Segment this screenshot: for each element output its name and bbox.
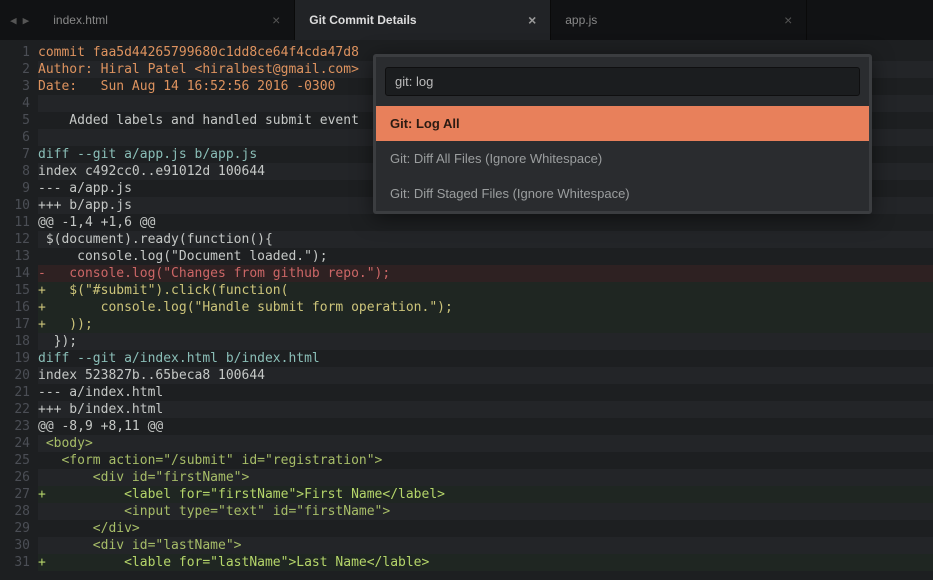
line-number: 16	[0, 299, 30, 316]
line-number: 13	[0, 248, 30, 265]
line-number: 4	[0, 95, 30, 112]
line-number: 5	[0, 112, 30, 129]
code-line: - console.log("Changes from github repo.…	[38, 265, 933, 282]
code-line: <body>	[38, 435, 933, 452]
nav-back-icon[interactable]: ◀	[10, 15, 17, 26]
line-number: 31	[0, 554, 30, 571]
code-line: + console.log("Handle submit form operat…	[38, 299, 933, 316]
command-palette-list: Git: Log AllGit: Diff All Files (Ignore …	[376, 106, 869, 211]
code-line: diff --git a/index.html b/index.html	[38, 350, 933, 367]
line-number: 20	[0, 367, 30, 384]
line-number: 12	[0, 231, 30, 248]
line-number-gutter: 1234567891011121314151617181920212223242…	[0, 40, 38, 580]
close-icon[interactable]: ×	[784, 12, 792, 28]
line-number: 9	[0, 180, 30, 197]
tab-label: Git Commit Details	[309, 13, 416, 27]
code-line: @@ -1,4 +1,6 @@	[38, 214, 933, 231]
close-icon[interactable]: ×	[272, 12, 280, 28]
code-line: <input type="text" id="firstName">	[38, 503, 933, 520]
code-line: <div id="firstName">	[38, 469, 933, 486]
code-line: @@ -8,9 +8,11 @@	[38, 418, 933, 435]
line-number: 21	[0, 384, 30, 401]
line-number: 25	[0, 452, 30, 469]
code-line: console.log("Document loaded.");	[38, 248, 933, 265]
command-palette-item[interactable]: Git: Log All	[376, 106, 869, 141]
tab[interactable]: app.js ×	[551, 0, 807, 40]
code-line: + ));	[38, 316, 933, 333]
line-number: 18	[0, 333, 30, 350]
line-number: 7	[0, 146, 30, 163]
line-number: 1	[0, 44, 30, 61]
code-line: <div id="lastName">	[38, 537, 933, 554]
tab[interactable]: Git Commit Details ×	[295, 0, 551, 40]
command-palette-item[interactable]: Git: Diff All Files (Ignore Whitespace)	[376, 141, 869, 176]
line-number: 27	[0, 486, 30, 503]
line-number: 30	[0, 537, 30, 554]
line-number: 17	[0, 316, 30, 333]
code-line: <form action="/submit" id="registration"…	[38, 452, 933, 469]
nav-forward-icon[interactable]: ▶	[23, 15, 30, 26]
line-number: 24	[0, 435, 30, 452]
line-number: 10	[0, 197, 30, 214]
code-line: + <label for="firstName">First Name</lab…	[38, 486, 933, 503]
line-number: 19	[0, 350, 30, 367]
line-number: 8	[0, 163, 30, 180]
code-line: </div>	[38, 520, 933, 537]
line-number: 15	[0, 282, 30, 299]
tab[interactable]: index.html ×	[39, 0, 295, 40]
line-number: 2	[0, 61, 30, 78]
line-number: 28	[0, 503, 30, 520]
code-line: --- a/index.html	[38, 384, 933, 401]
line-number: 14	[0, 265, 30, 282]
command-palette-input[interactable]	[385, 67, 860, 96]
command-palette-item[interactable]: Git: Diff Staged Files (Ignore Whitespac…	[376, 176, 869, 211]
line-number: 26	[0, 469, 30, 486]
code-line: });	[38, 333, 933, 350]
line-number: 3	[0, 78, 30, 95]
code-line: index 523827b..65beca8 100644	[38, 367, 933, 384]
line-number: 22	[0, 401, 30, 418]
code-line: $(document).ready(function(){	[38, 231, 933, 248]
nav-arrows: ◀ ▶	[0, 0, 39, 40]
tab-label: index.html	[53, 13, 108, 27]
line-number: 29	[0, 520, 30, 537]
code-line: + $("#submit").click(function(	[38, 282, 933, 299]
line-number: 11	[0, 214, 30, 231]
line-number: 23	[0, 418, 30, 435]
command-palette: Git: Log AllGit: Diff All Files (Ignore …	[373, 54, 872, 214]
tab-bar: ◀ ▶ index.html×Git Commit Details×app.js…	[0, 0, 933, 40]
code-line: + <lable for="lastName">Last Name</lable…	[38, 554, 933, 571]
close-icon[interactable]: ×	[528, 12, 536, 28]
tab-label: app.js	[565, 13, 597, 27]
line-number: 6	[0, 129, 30, 146]
code-line: +++ b/index.html	[38, 401, 933, 418]
